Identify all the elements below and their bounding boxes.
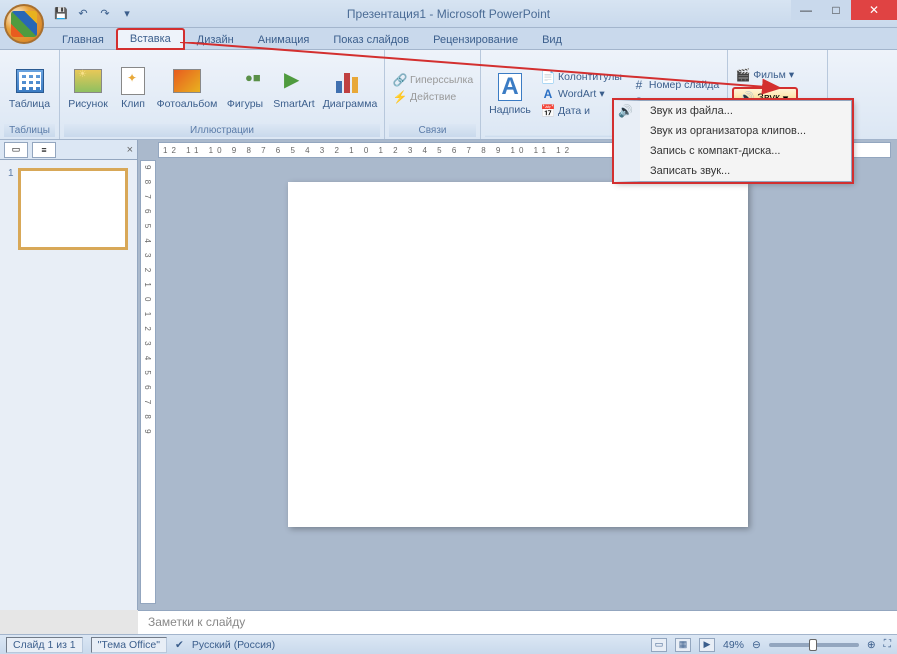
slides-panel-tabs: ▭ ≡ × — [0, 140, 137, 160]
sound-file-icon: 🔊 — [618, 104, 633, 118]
table-button[interactable]: Таблица — [4, 54, 55, 122]
group-tables: Таблица Таблицы — [0, 50, 60, 139]
workspace: ▭ ≡ × 1 12 11 10 9 8 7 6 5 4 3 2 1 0 1 2… — [0, 140, 897, 610]
vertical-ruler: 9 8 7 6 5 4 3 2 1 0 1 2 3 4 5 6 7 8 9 — [140, 160, 156, 604]
thumbnail-number: 1 — [8, 168, 14, 250]
slideshow-view-button[interactable]: ▶ — [699, 638, 715, 652]
window-controls: — □ ✕ — [791, 0, 897, 20]
photo-album-button[interactable]: Фотоальбом — [154, 54, 220, 122]
qat-customize-icon[interactable]: ▾ — [118, 5, 136, 23]
spellcheck-icon[interactable]: ✔ — [175, 639, 184, 651]
outline-tab[interactable]: ≡ — [32, 142, 56, 158]
status-slide-count: Слайд 1 из 1 — [6, 637, 83, 653]
tab-review[interactable]: Рецензирование — [421, 31, 530, 49]
zoom-out-button[interactable]: ⊖ — [752, 639, 761, 651]
chart-icon — [334, 65, 366, 97]
shapes-icon — [229, 65, 261, 97]
slide-canvas-area[interactable] — [288, 182, 748, 527]
status-language[interactable]: Русский (Россия) — [192, 639, 275, 651]
ribbon-tabs: Главная Вставка Дизайн Анимация Показ сл… — [0, 28, 897, 50]
textbox-button[interactable]: A Надпись — [485, 60, 535, 128]
slide-editor: 12 11 10 9 8 7 6 5 4 3 2 1 0 1 2 3 4 5 6… — [138, 140, 897, 610]
sound-from-cd-item[interactable]: Запись с компакт-диска... — [640, 141, 851, 161]
tab-insert[interactable]: Вставка — [116, 28, 185, 50]
status-theme: "Тема Office" — [91, 637, 167, 653]
tab-view[interactable]: Вид — [530, 31, 574, 49]
group-links-label: Связи — [389, 124, 476, 137]
slide-thumbnail-1[interactable]: 1 — [0, 160, 137, 258]
header-footer-icon: 📄 — [541, 70, 555, 84]
fit-to-window-button[interactable]: ⛶ — [884, 638, 891, 651]
tab-animation[interactable]: Анимация — [246, 31, 322, 49]
notes-pane[interactable]: Заметки к слайду — [138, 610, 897, 634]
textbox-icon: A — [494, 71, 526, 103]
wordart-button[interactable]: A WordArt ▾ — [537, 86, 626, 102]
smartart-button[interactable]: SmartArt — [270, 54, 318, 122]
quick-access-toolbar: 💾 ↶ ↷ ▾ — [52, 5, 136, 23]
minimize-button[interactable]: — — [791, 0, 821, 20]
wordart-icon: A — [541, 87, 555, 101]
close-button[interactable]: ✕ — [851, 0, 897, 20]
group-illustrations: Рисунок Клип Фотоальбом Фигуры SmartArt … — [60, 50, 385, 139]
group-tables-label: Таблицы — [4, 124, 55, 137]
slide-canvas[interactable] — [288, 182, 748, 527]
picture-icon — [72, 65, 104, 97]
date-time-button[interactable]: 📅 Дата и — [537, 103, 626, 119]
picture-button[interactable]: Рисунок — [64, 54, 112, 122]
panel-close-icon[interactable]: × — [127, 144, 133, 156]
slide-number-button[interactable]: # Номер слайда — [628, 77, 723, 93]
chart-button[interactable]: Диаграмма — [320, 54, 380, 122]
sound-from-organizer-item[interactable]: Звук из организатора клипов... — [640, 121, 851, 141]
action-icon: ⚡ — [393, 90, 407, 104]
slides-panel: ▭ ≡ × 1 — [0, 140, 138, 610]
normal-view-button[interactable]: ▭ — [651, 638, 667, 652]
sound-from-file-item[interactable]: 🔊 Звук из файла... — [640, 101, 851, 121]
undo-icon[interactable]: ↶ — [74, 5, 92, 23]
office-button[interactable] — [4, 4, 44, 44]
tab-slideshow[interactable]: Показ слайдов — [321, 31, 421, 49]
title-bar: 💾 ↶ ↷ ▾ Презентация1 - Microsoft PowerPo… — [0, 0, 897, 28]
maximize-button[interactable]: □ — [821, 0, 851, 20]
smartart-icon — [278, 65, 310, 97]
status-bar: Слайд 1 из 1 "Тема Office" ✔ Русский (Ро… — [0, 634, 897, 654]
group-links: 🔗 Гиперссылка ⚡ Действие Связи — [385, 50, 481, 139]
zoom-in-button[interactable]: ⊕ — [867, 639, 876, 651]
window-title: Презентация1 - Microsoft PowerPoint — [347, 7, 550, 21]
group-illustrations-label: Иллюстрации — [64, 124, 380, 137]
slide-number-icon: # — [632, 78, 646, 92]
tab-design[interactable]: Дизайн — [185, 31, 246, 49]
thumbnail-preview — [18, 168, 128, 250]
hyperlink-icon: 🔗 — [393, 73, 407, 87]
redo-icon[interactable]: ↷ — [96, 5, 114, 23]
clip-icon — [117, 65, 149, 97]
sound-dropdown-menu: 🔊 Звук из файла... Звук из организатора … — [614, 100, 852, 182]
header-footer-button[interactable]: 📄 Колонтитулы — [537, 69, 626, 85]
table-icon — [14, 65, 46, 97]
movie-icon: 🎬 — [736, 68, 750, 82]
zoom-level[interactable]: 49% — [723, 639, 744, 651]
record-sound-item[interactable]: Записать звук... — [640, 161, 851, 181]
zoom-slider[interactable] — [769, 643, 859, 647]
shapes-button[interactable]: Фигуры — [222, 54, 268, 122]
sorter-view-button[interactable]: ▦ — [675, 638, 691, 652]
slides-tab[interactable]: ▭ — [4, 142, 28, 158]
save-icon[interactable]: 💾 — [52, 5, 70, 23]
album-icon — [171, 65, 203, 97]
tab-home[interactable]: Главная — [50, 31, 116, 49]
clip-button[interactable]: Клип — [114, 54, 152, 122]
date-icon: 📅 — [541, 104, 555, 118]
movie-button[interactable]: 🎬 Фильм ▾ — [732, 67, 798, 83]
hyperlink-button[interactable]: 🔗 Гиперссылка — [389, 72, 477, 88]
table-label: Таблица — [9, 99, 50, 111]
action-button[interactable]: ⚡ Действие — [389, 89, 477, 105]
